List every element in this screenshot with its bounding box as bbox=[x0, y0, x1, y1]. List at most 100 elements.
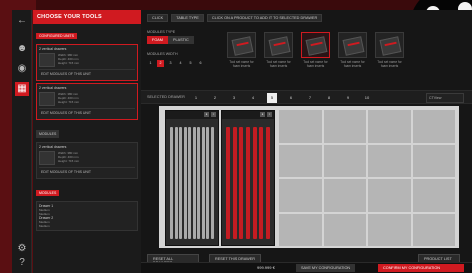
empty-slot[interactable] bbox=[412, 110, 455, 143]
lock-icon[interactable]: ● bbox=[204, 112, 209, 117]
trash-icon[interactable]: × bbox=[211, 112, 216, 117]
product-image bbox=[264, 32, 293, 58]
drawer-list: Drawer 1 Medium Medium Drawer 2 Medium M… bbox=[36, 201, 138, 231]
breadcrumb-step[interactable]: TABLE TYPE bbox=[171, 14, 204, 22]
unit-card[interactable]: 2 vertical drawers Width: 380 mm Depth: … bbox=[36, 83, 138, 120]
drawer-page[interactable]: 10 bbox=[362, 93, 372, 103]
configured-units-tag: CONFIGURED UNITS bbox=[36, 33, 77, 39]
tab-plastic[interactable]: PLASTIC bbox=[167, 36, 194, 44]
confirm-configuration-button[interactable]: CONFIRM MY CONFIGURATION bbox=[378, 264, 464, 272]
product-image bbox=[301, 32, 330, 58]
drawer-page[interactable]: 8 bbox=[324, 93, 334, 103]
product-label: Tool set name for foam inserts bbox=[340, 60, 365, 68]
tools-panel: CHOOSE YOUR TOOLS CONFIGURED UNITS 2 ver… bbox=[33, 10, 141, 273]
total-price: 999.999 € bbox=[257, 265, 275, 270]
modules-width-label: MODULES WIDTH bbox=[147, 52, 178, 56]
sidebar-rail: ← ☻ ◉ ▦ ⚙ ? bbox=[12, 10, 32, 273]
product-carousel: Tool set name for foam inserts Tool set … bbox=[227, 32, 404, 68]
selected-drawer-label: SELECTED DRAWER bbox=[147, 95, 185, 99]
product-image bbox=[227, 32, 256, 58]
width-option[interactable]: 3 bbox=[167, 60, 174, 67]
breadcrumb: CLICK TABLE TYPE CLICK ON A PRODUCT TO A… bbox=[147, 14, 323, 22]
user-icon[interactable]: ☻ bbox=[15, 42, 29, 56]
module-width-selector: 1 2 3 4 5 6 bbox=[147, 60, 204, 67]
empty-slot[interactable] bbox=[412, 179, 455, 212]
drawer-page[interactable]: 5 bbox=[267, 93, 277, 103]
unit-card-name: 2 vertical drawers bbox=[39, 47, 67, 51]
empty-slot[interactable] bbox=[368, 110, 411, 143]
product-card[interactable]: Tool set name for foam inserts bbox=[338, 32, 367, 68]
empty-slot[interactable] bbox=[279, 213, 322, 246]
drawer-page[interactable]: 6 bbox=[286, 93, 296, 103]
unit-card-name: 2 vertical drawers bbox=[39, 86, 67, 90]
empty-slot[interactable] bbox=[368, 144, 411, 177]
palette-icon[interactable]: ◉ bbox=[15, 62, 29, 76]
unit-spec: Height: 715 mm bbox=[58, 61, 80, 65]
unit-card[interactable]: 2 vertical drawers Width: 380 mm Depth: … bbox=[36, 44, 138, 81]
width-option[interactable]: 5 bbox=[187, 60, 194, 67]
breadcrumb-step[interactable]: CLICK bbox=[147, 14, 169, 22]
product-card[interactable]: Tool set name for foam inserts bbox=[227, 32, 256, 68]
back-arrow-icon[interactable]: ← bbox=[15, 14, 29, 28]
empty-slot[interactable] bbox=[279, 110, 322, 143]
drawer-size: Medium bbox=[39, 224, 50, 228]
unit-card[interactable]: 2 vertical drawers Width: 380 mm Depth: … bbox=[36, 142, 138, 179]
edit-modules-button[interactable]: EDIT MODULES OF THIS UNIT bbox=[39, 108, 135, 117]
width-option[interactable]: 1 bbox=[147, 60, 154, 67]
product-card[interactable]: Tool set name for foam inserts bbox=[301, 32, 330, 68]
wrench-module[interactable]: ● × bbox=[165, 110, 219, 246]
empty-slot[interactable] bbox=[323, 110, 366, 143]
edit-modules-button[interactable]: EDIT MODULES OF THIS UNIT bbox=[39, 69, 135, 78]
empty-slot[interactable] bbox=[323, 179, 366, 212]
empty-slot[interactable] bbox=[368, 213, 411, 246]
modules-type-label: MODULES TYPE bbox=[147, 30, 176, 34]
help-icon[interactable]: ? bbox=[15, 256, 29, 270]
modules-tag: MODULES bbox=[36, 190, 60, 196]
modules-button[interactable]: MODULES bbox=[36, 130, 60, 138]
drawer-page[interactable]: 4 bbox=[248, 93, 258, 103]
drawer-page[interactable]: 7 bbox=[305, 93, 315, 103]
product-label: Tool set name for foam inserts bbox=[229, 60, 254, 68]
empty-slot[interactable] bbox=[323, 144, 366, 177]
width-option[interactable]: 4 bbox=[177, 60, 184, 67]
empty-slot[interactable] bbox=[412, 213, 455, 246]
product-label: Tool set name for foam inserts bbox=[377, 60, 402, 68]
unit-spec: Height: 715 mm bbox=[58, 159, 80, 163]
empty-slot[interactable] bbox=[412, 144, 455, 177]
wrench-set bbox=[170, 127, 214, 239]
configurator-app: ← ☻ ◉ ▦ ⚙ ? CHOOSE YOUR TOOLS CONFIGURED… bbox=[0, 0, 472, 273]
width-option[interactable]: 6 bbox=[197, 60, 204, 67]
trash-icon[interactable]: × bbox=[267, 112, 272, 117]
unit-thumbnail bbox=[39, 151, 55, 165]
empty-slot[interactable] bbox=[279, 144, 322, 177]
drawer-page[interactable]: 1 bbox=[191, 93, 201, 103]
product-card[interactable]: Tool set name for foam inserts bbox=[264, 32, 293, 68]
product-card[interactable]: Tool set name for foam inserts bbox=[375, 32, 404, 68]
settings-icon[interactable]: ⚙ bbox=[15, 242, 29, 256]
breadcrumb-step: CLICK ON A PRODUCT TO ADD IT TO SELECTED… bbox=[206, 14, 323, 22]
drawer-page[interactable]: 2 bbox=[210, 93, 220, 103]
view-select[interactable]: CTView bbox=[426, 93, 464, 103]
lock-icon[interactable]: ● bbox=[260, 112, 265, 117]
edit-modules-button[interactable]: EDIT MODULES OF THIS UNIT bbox=[39, 167, 135, 176]
product-label: Tool set name for foam inserts bbox=[303, 60, 328, 68]
empty-slot[interactable] bbox=[368, 179, 411, 212]
unit-thumbnail bbox=[39, 92, 55, 106]
bottom-bar: 999.999 € SAVE MY CONFIGURATION CONFIRM … bbox=[141, 262, 472, 273]
empty-slot[interactable] bbox=[279, 179, 322, 212]
drawer-page[interactable]: 3 bbox=[229, 93, 239, 103]
unit-spec: Height: 715 mm bbox=[58, 100, 80, 104]
width-option[interactable]: 2 bbox=[157, 60, 164, 67]
screwdriver-set bbox=[226, 127, 270, 239]
empty-slot[interactable] bbox=[323, 213, 366, 246]
screwdriver-module[interactable]: ● × bbox=[221, 110, 275, 246]
save-configuration-button[interactable]: SAVE MY CONFIGURATION bbox=[296, 264, 356, 272]
product-image bbox=[375, 32, 404, 58]
empty-slot-grid bbox=[279, 110, 455, 246]
toolbox-icon[interactable]: ▦ bbox=[15, 82, 29, 96]
drawer-pages: 1 2 3 4 5 6 7 8 9 10 bbox=[191, 93, 372, 103]
unit-card-name: 2 vertical drawers bbox=[39, 145, 67, 149]
drawer-stage: ● × ● × bbox=[159, 106, 459, 248]
tab-foam[interactable]: FOAM bbox=[147, 36, 168, 44]
drawer-page[interactable]: 9 bbox=[343, 93, 353, 103]
